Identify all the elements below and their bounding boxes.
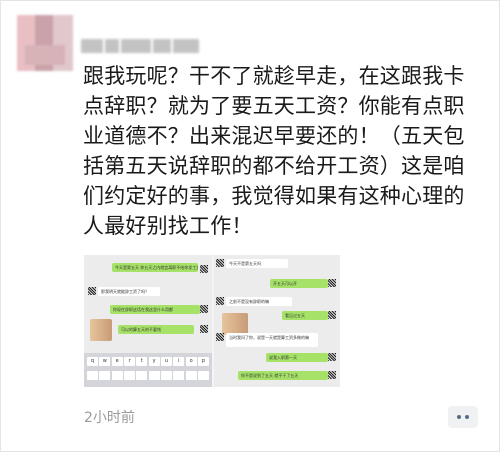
chat-bubble: 那我明天就能辞工资了吗？ (98, 287, 160, 296)
avatar-icon (328, 353, 336, 361)
avatar-icon (200, 265, 208, 273)
chat-bubble: 看见过五天 (282, 311, 328, 320)
username-blurred[interactable] (81, 37, 241, 55)
avatar-icon (328, 371, 336, 379)
key: y (148, 357, 160, 366)
keyboard: q w e r t y u i o p (84, 353, 212, 387)
key: p (197, 357, 209, 366)
key: u (160, 357, 172, 366)
moments-post-card: 跟我玩呢？干不了就趁早走，在这跟我卡点辞职？就为了要五天工资？你能有点职业道德不… (0, 0, 500, 452)
more-options-button[interactable] (448, 406, 478, 428)
photo-thumbnail (90, 319, 112, 341)
avatar-icon (216, 297, 224, 305)
key: t (136, 357, 148, 366)
photo-thumbnail (222, 313, 248, 335)
avatar-icon (88, 287, 96, 295)
key: r (123, 357, 135, 366)
avatar-icon (328, 279, 336, 287)
post-timestamp: 2小时前 (84, 410, 135, 426)
avatar-icon (216, 333, 224, 341)
avatar-icon (200, 325, 208, 333)
chat-bubble: 今天是第五天 你五天之内就会离职不给你发工资 (112, 263, 198, 272)
chat-bubble: 你现在辞职这话在我这里什么用都 (110, 305, 200, 314)
chat-bubble: 你不是说到了五天 就不干了五天 (238, 371, 328, 380)
chat-bubble: 之前不是没有辞职的嘛 (226, 297, 292, 306)
post-text: 跟我玩呢？干不了就趁早走，在这跟我卡点辞职？就为了要五天工资？你能有点职业道德不… (83, 64, 465, 238)
avatar-icon (200, 305, 208, 313)
chat-bubble: 今天不是第五天吗 (226, 259, 288, 268)
more-dots-icon (465, 415, 469, 419)
key: o (185, 357, 197, 366)
chat-screenshot-right: 今天不是第五天吗 开五天可以开 之前不是没有辞职的嘛 看见过五天 当时我问了你，… (214, 255, 340, 387)
more-dots-icon (457, 415, 461, 419)
chat-bubble: 开五天可以开 (270, 279, 328, 288)
chat-screenshot-left: 今天是第五天 你五天之内就会离职不给你发工资 那我明天就能辞工资了吗？ 你现在辞… (84, 255, 212, 387)
chat-bubble: 可以的算五天的不要钱 (118, 325, 194, 334)
key: e (111, 357, 123, 366)
avatar-icon (216, 259, 224, 267)
chat-bubble: 当时我问了你，说是一天就是算工资多做的嘛 (226, 333, 318, 347)
avatar-icon (328, 311, 336, 319)
chat-bubble: 说我入职第一天 (266, 353, 328, 362)
key: i (173, 357, 185, 366)
avatar[interactable] (17, 15, 73, 71)
key: w (99, 357, 111, 366)
key: q (87, 357, 98, 366)
post-image[interactable]: 今天是第五天 你五天之内就会离职不给你发工资 那我明天就能辞工资了吗？ 你现在辞… (84, 255, 340, 387)
